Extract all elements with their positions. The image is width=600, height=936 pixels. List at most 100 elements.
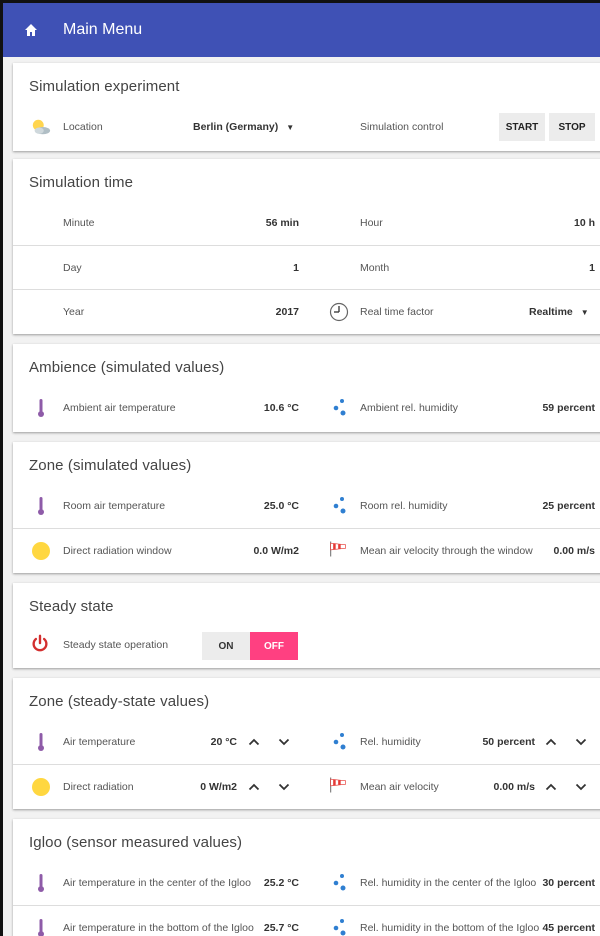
thermometer-icon	[31, 496, 51, 516]
chevron-down-icon	[278, 738, 290, 746]
location-dropdown[interactable]: Berlin (Germany) ▼	[193, 105, 294, 149]
home-icon[interactable]	[21, 20, 41, 40]
app-frame: Main Menu Simulation experiment Location…	[0, 0, 600, 936]
direct-radiation-window-label: Direct radiation window	[63, 545, 172, 557]
zone-row-1: Room air temperature 25.0 °C Room rel. h…	[13, 484, 600, 528]
month-label: Month	[360, 262, 390, 274]
chevron-up-icon	[545, 783, 557, 791]
day-label: Day	[63, 262, 82, 274]
chevron-up-icon	[545, 738, 557, 746]
weather-icon	[31, 117, 51, 137]
igloo-bottom-temperature-value: 25.7 °C	[263, 922, 299, 934]
direct-radiation-value: 0 W/m2	[200, 781, 237, 793]
card-title: Simulation time	[29, 174, 134, 191]
chevron-up-icon	[248, 783, 260, 791]
location-row: Location Berlin (Germany) ▼ Simulation c…	[13, 105, 600, 149]
igloo-row-2: Air temperature in the bottom of the Igl…	[13, 905, 600, 936]
thermometer-icon	[31, 873, 51, 893]
humidity-icon	[331, 398, 351, 418]
igloo-row-1: Air temperature in the center of the Igl…	[13, 861, 600, 905]
mean-air-velocity-value: 0.00 m/s	[493, 781, 535, 793]
ambience-row: Ambient air temperature 10.6 °C Ambient …	[13, 386, 600, 430]
igloo-card: Igloo (sensor measured values) Air tempe…	[13, 819, 600, 936]
zone-ss-row-2: Direct radiation 0 W/m2 Mean air velocit…	[13, 764, 600, 808]
mean-air-velocity-label: Mean air velocity	[360, 781, 439, 793]
decrease-radiation-button[interactable]	[272, 775, 296, 799]
igloo-bottom-humidity-value: 45 percent	[542, 922, 595, 934]
igloo-bottom-temperature-label: Air temperature in the bottom of the Igl…	[63, 922, 254, 934]
stop-button[interactable]: STOP	[549, 113, 595, 141]
time-row-3: Year 2017 Real time factor Realtime ▼	[13, 289, 600, 333]
year-label: Year	[63, 306, 85, 318]
power-icon	[30, 634, 50, 654]
igloo-center-temperature-label: Air temperature in the center of the Igl…	[63, 877, 251, 889]
card-title: Simulation experiment	[29, 78, 180, 95]
decrease-air-temperature-button[interactable]	[272, 730, 296, 754]
windsock-icon	[329, 775, 349, 795]
card-title: Ambience (simulated values)	[29, 359, 225, 376]
on-button[interactable]: ON	[202, 632, 250, 660]
card-title: Steady state	[29, 598, 114, 615]
increase-radiation-button[interactable]	[242, 775, 266, 799]
steady-state-card: Steady state Steady state operation ON O…	[13, 583, 600, 668]
card-title: Igloo (sensor measured values)	[29, 834, 243, 851]
chevron-up-icon	[248, 738, 260, 746]
room-temperature-label: Room air temperature	[63, 500, 166, 512]
direct-radiation-window-value: 0.0 W/m2	[253, 545, 299, 557]
zone-row-2: Direct radiation window 0.0 W/m2 Mean ai…	[13, 528, 600, 572]
sun-icon	[31, 541, 51, 561]
day-value: 1	[293, 262, 299, 274]
zone-steady-state-card: Zone (steady-state values) Air temperatu…	[13, 678, 600, 809]
igloo-center-temperature-value: 25.2 °C	[263, 877, 299, 889]
minute-value: 56 min	[265, 217, 299, 229]
windsock-icon	[329, 539, 349, 559]
start-button[interactable]: START	[499, 113, 545, 141]
off-button[interactable]: OFF	[250, 632, 298, 660]
location-value: Berlin (Germany)	[193, 121, 279, 133]
air-temperature-value: 20 °C	[210, 736, 237, 748]
decrease-humidity-button[interactable]	[569, 730, 593, 754]
increase-humidity-button[interactable]	[539, 730, 563, 754]
increase-air-temperature-button[interactable]	[242, 730, 266, 754]
chevron-down-icon	[278, 783, 290, 791]
ambience-card: Ambience (simulated values) Ambient air …	[13, 344, 600, 432]
hour-label: Hour	[360, 217, 383, 229]
caret-down-icon: ▼	[580, 307, 589, 317]
thermometer-icon	[31, 398, 51, 418]
steady-state-operation-label: Steady state operation	[63, 639, 169, 651]
app-bar: Main Menu	[3, 3, 600, 57]
minute-label: Minute	[63, 217, 95, 229]
igloo-bottom-humidity-label: Rel. humidity in the bottom of the Igloo	[360, 922, 540, 934]
real-time-factor-value: Realtime	[529, 306, 573, 318]
zone-ss-row-1: Air temperature 20 °C Rel. humidity 50 p…	[13, 720, 600, 764]
simulation-time-card: Simulation time Minute 56 min Hour 10 h …	[13, 159, 600, 334]
chevron-down-icon	[575, 738, 587, 746]
rel-humidity-label: Rel. humidity	[360, 736, 421, 748]
simulation-control-label: Simulation control	[360, 121, 444, 133]
air-temperature-label: Air temperature	[63, 736, 136, 748]
ambient-humidity-value: 59 percent	[542, 402, 595, 414]
decrease-air-velocity-button[interactable]	[569, 775, 593, 799]
real-time-factor-dropdown[interactable]: Realtime ▼	[529, 290, 589, 334]
igloo-center-humidity-label: Rel. humidity in the center of the Igloo	[360, 877, 537, 889]
igloo-center-humidity-value: 30 percent	[542, 877, 595, 889]
room-humidity-label: Room rel. humidity	[360, 500, 448, 512]
humidity-icon	[331, 496, 351, 516]
rel-humidity-value: 50 percent	[482, 736, 535, 748]
location-label: Location	[63, 121, 103, 133]
thermometer-icon	[31, 732, 51, 752]
ambient-temperature-value: 10.6 °C	[263, 402, 299, 414]
simulation-experiment-card: Simulation experiment Location Berlin (G…	[13, 63, 600, 151]
air-velocity-window-label: Mean air velocity through the window	[360, 545, 533, 557]
humidity-icon	[331, 873, 351, 893]
sun-icon	[31, 777, 51, 797]
ambient-humidity-label: Ambient rel. humidity	[360, 402, 459, 414]
time-row-2: Day 1 Month 1	[13, 245, 600, 289]
increase-air-velocity-button[interactable]	[539, 775, 563, 799]
time-row-1: Minute 56 min Hour 10 h	[13, 201, 600, 245]
ambient-temperature-label: Ambient air temperature	[63, 402, 176, 414]
humidity-icon	[331, 732, 351, 752]
air-velocity-window-value: 0.00 m/s	[553, 545, 595, 557]
room-temperature-value: 25.0 °C	[263, 500, 299, 512]
month-value: 1	[589, 262, 595, 274]
